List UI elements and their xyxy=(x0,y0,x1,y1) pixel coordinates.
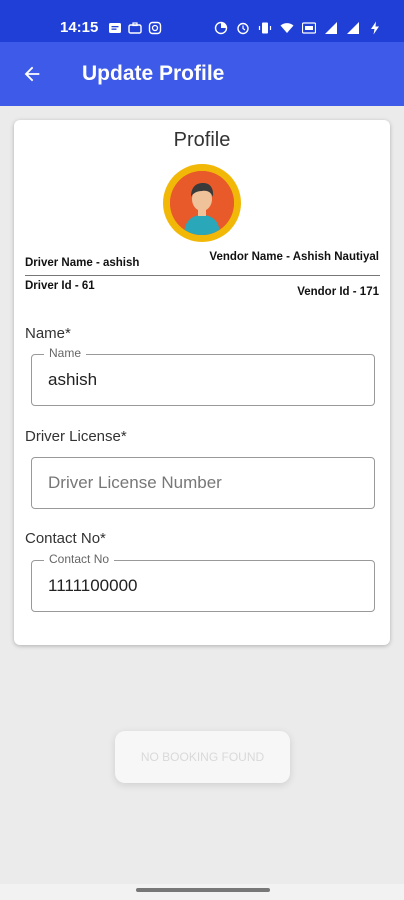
contact-no-label: Contact No* xyxy=(25,530,106,547)
contact-no-value: 1111100000 xyxy=(48,576,138,595)
contact-no-float-label: Contact No xyxy=(44,552,115,566)
driver-name: Driver Name - ashish xyxy=(25,257,140,269)
signal-icon xyxy=(346,21,360,35)
driver-license-input[interactable]: Driver License Number xyxy=(31,457,375,509)
page-title: Update Profile xyxy=(82,62,225,85)
profile-card: Profile Driver Name - ashish Vendor Name… xyxy=(14,120,390,645)
user-avatar-icon xyxy=(170,171,234,235)
volte-icon xyxy=(302,21,316,35)
signal-icon xyxy=(324,21,338,35)
back-button[interactable] xyxy=(0,42,64,106)
vendor-id: Vendor Id - 171 xyxy=(297,286,379,298)
instagram-icon xyxy=(148,21,162,35)
name-float-label: Name xyxy=(44,346,87,360)
name-value: ashish xyxy=(48,370,98,389)
message-icon xyxy=(108,21,122,35)
divider xyxy=(25,275,380,276)
wifi-icon xyxy=(280,21,294,35)
navigation-bar xyxy=(0,884,404,900)
status-left-icons xyxy=(108,21,162,35)
app-bar: Update Profile xyxy=(0,42,404,106)
battery-charging-icon xyxy=(368,21,382,35)
status-time: 14:15 xyxy=(60,19,99,36)
profile-title: Profile xyxy=(173,129,231,151)
avatar xyxy=(163,164,241,242)
driver-license-label: Driver License* xyxy=(25,428,127,445)
contact-no-input[interactable]: Contact No 1111100000 xyxy=(31,552,375,612)
name-input[interactable]: Name ashish xyxy=(31,346,375,406)
home-gesture-handle[interactable] xyxy=(136,888,270,892)
toast-message: NO BOOKING FOUND xyxy=(115,731,290,783)
status-right-icons xyxy=(214,21,382,35)
vibrate-icon xyxy=(258,21,272,35)
vendor-name: Vendor Name - Ashish Nautiyal xyxy=(209,251,379,263)
arrow-left-icon xyxy=(24,66,40,82)
driver-license-placeholder: Driver License Number xyxy=(48,473,222,492)
briefcase-icon xyxy=(128,21,143,35)
alarm-icon xyxy=(236,21,250,35)
name-label: Name* xyxy=(25,325,71,342)
data-saver-icon xyxy=(214,21,228,35)
driver-id: Driver Id - 61 xyxy=(25,280,95,292)
